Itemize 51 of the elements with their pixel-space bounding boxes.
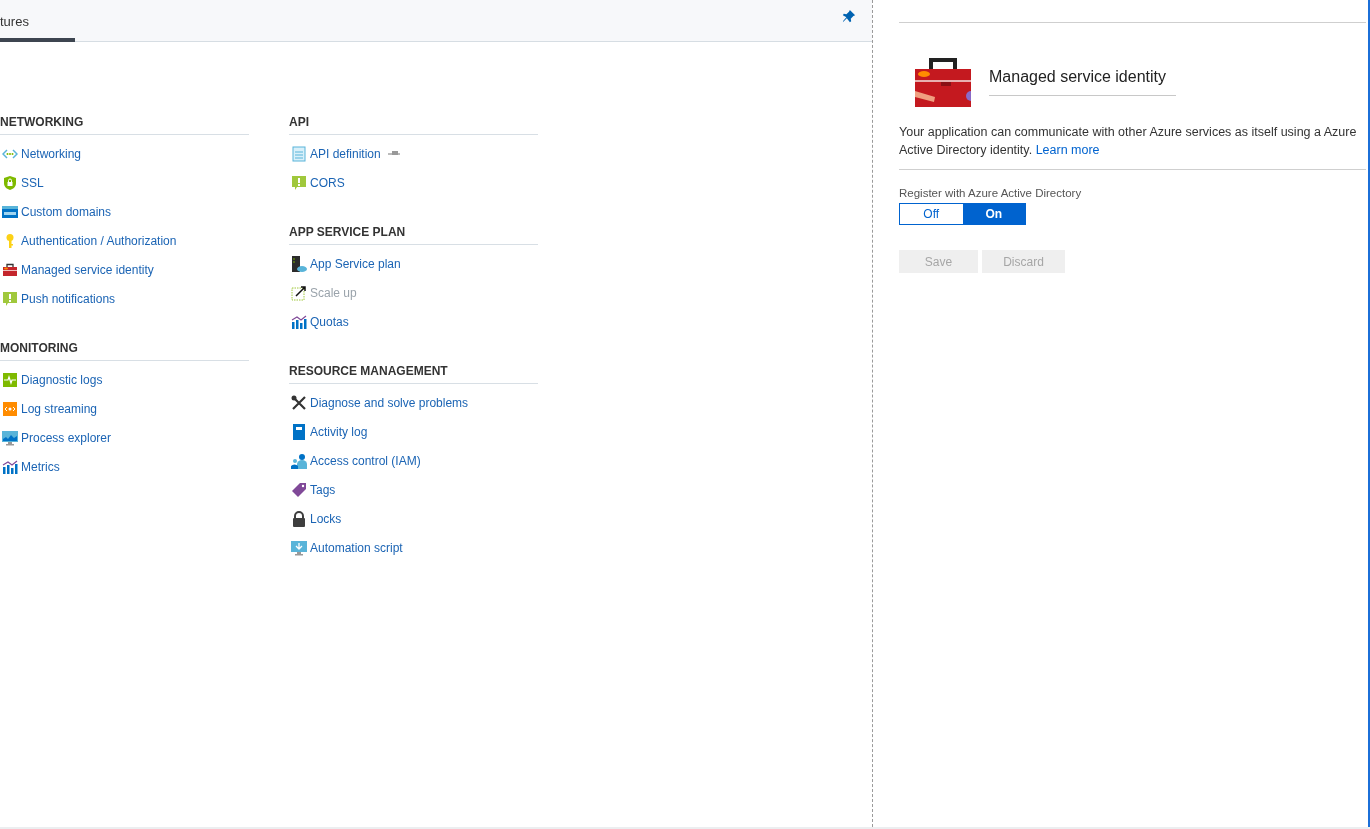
menu-link[interactable]: Metrics	[21, 460, 60, 474]
menu-link[interactable]: Process explorer	[21, 431, 112, 445]
section-heading: APP SERVICE PLAN	[289, 222, 538, 245]
menu-link[interactable]: Networking	[21, 147, 82, 161]
pin-icon[interactable]	[842, 9, 856, 23]
tab[interactable]: tures	[0, 14, 75, 42]
menu-link[interactable]: Diagnose and solve problems	[310, 396, 469, 410]
tag-icon	[291, 482, 307, 498]
menu-link[interactable]: Access control (IAM)	[310, 454, 421, 468]
bar-chart-icon	[291, 314, 307, 330]
bar-chart-icon	[2, 459, 18, 475]
section-heading: RESOURCE MANAGEMENT	[289, 361, 538, 384]
browser-icon	[2, 204, 18, 220]
menu-link[interactable]: CORS	[310, 176, 345, 190]
shield-lock-icon	[2, 175, 18, 191]
toolbox-icon	[2, 262, 18, 278]
menu-link[interactable]: Custom domains	[21, 205, 112, 219]
toggle-option[interactable]: On	[962, 204, 1025, 224]
menu-link[interactable]: Quotas	[310, 315, 349, 329]
menu-link[interactable]: Push notifications	[21, 292, 116, 306]
panel-title: Managed service identity	[989, 68, 1176, 96]
people-icon	[291, 453, 307, 469]
pulse-icon	[2, 372, 18, 388]
lock-icon	[291, 511, 307, 527]
section-heading: NETWORKING	[0, 112, 249, 135]
book-icon	[291, 424, 307, 440]
section-heading: API	[289, 112, 538, 135]
stream-icon	[2, 401, 18, 417]
toggle-label: Register with Azure Active Directory	[899, 187, 1083, 199]
menu-link[interactable]: Activity log	[310, 425, 368, 439]
menu-link[interactable]: Log streaming	[21, 402, 98, 416]
menu-link[interactable]: API definition	[310, 147, 381, 161]
menu-link[interactable]: Tags	[310, 483, 336, 497]
document-icon	[291, 146, 307, 162]
exclamation-icon	[2, 291, 18, 307]
wrench-screwdriver-icon	[291, 395, 307, 411]
description-text: Your application can communicate with other Azure services as itself using a Azure Active Directory identity. Learn more	[899, 123, 1366, 170]
toolbox-icon	[915, 57, 971, 107]
menu-link[interactable]: Authentication / Authorization	[21, 234, 177, 248]
menu-link[interactable]: Managed service identity	[21, 263, 154, 277]
menu-link[interactable]: App Service plan	[310, 257, 401, 271]
menu-link[interactable]: Locks	[310, 512, 342, 526]
section-heading: MONITORING	[0, 338, 249, 361]
server-cloud-icon	[291, 256, 307, 272]
menu-link[interactable]: Automation script	[310, 541, 403, 555]
menu-link[interactable]: Diagnostic logs	[21, 373, 103, 387]
exclamation-icon	[291, 175, 307, 191]
menu-link[interactable]: SSL	[21, 176, 44, 190]
monitor-icon	[2, 430, 18, 446]
monitor-download-icon	[291, 540, 307, 556]
learn-more-link[interactable]: Learn more	[1035, 143, 1100, 157]
